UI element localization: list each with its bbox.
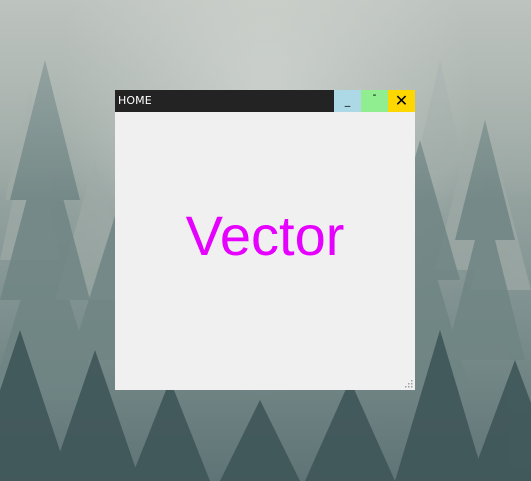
close-button[interactable]: ✕ xyxy=(388,90,415,112)
app-window: HOME _ - ✕ Vector xyxy=(115,88,415,390)
window-title: HOME xyxy=(118,94,152,107)
maximize-icon: - xyxy=(372,88,377,101)
maximize-button[interactable]: - xyxy=(361,88,388,112)
title-bar[interactable]: HOME _ - ✕ xyxy=(115,88,415,112)
headline-text: Vector xyxy=(185,204,345,267)
minimize-button[interactable]: _ xyxy=(334,90,361,112)
minimize-icon: _ xyxy=(344,94,351,107)
window-content: Vector xyxy=(115,112,415,390)
close-icon: ✕ xyxy=(394,91,409,110)
resize-grip-icon[interactable] xyxy=(404,379,413,388)
